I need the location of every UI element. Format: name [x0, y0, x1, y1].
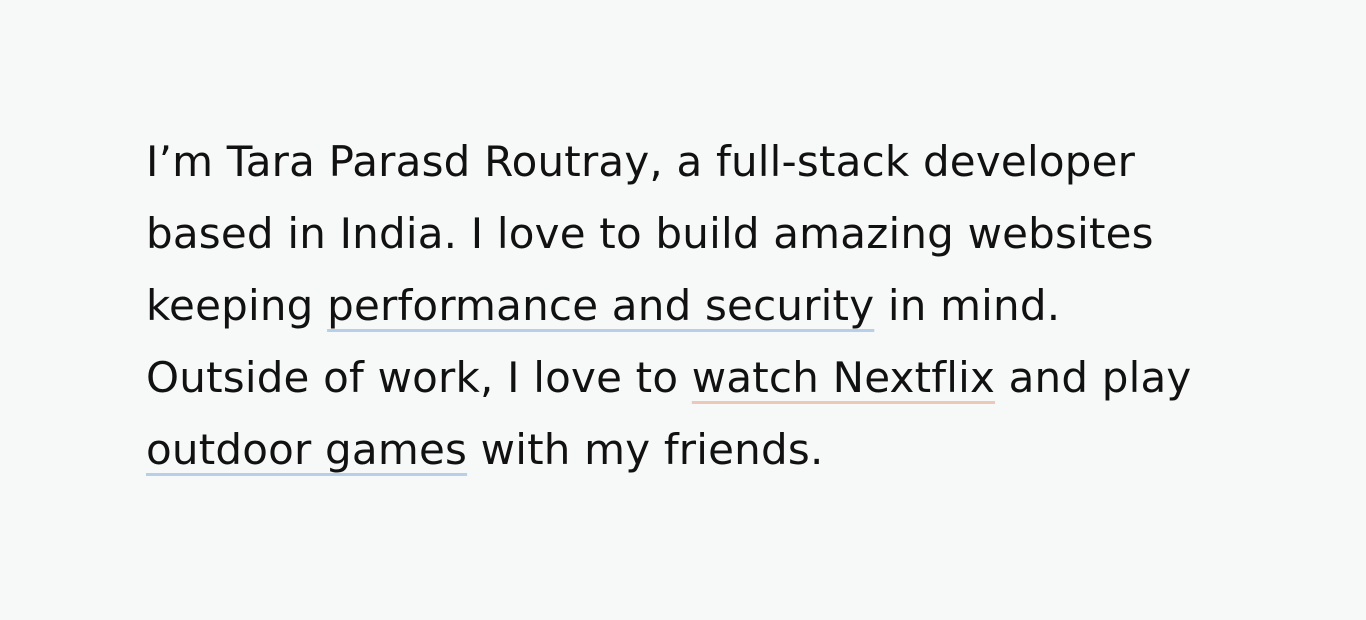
highlight-outdoor-games[interactable]: outdoor games: [146, 425, 467, 474]
highlight-watch-nextflix[interactable]: watch Nextflix: [692, 353, 995, 402]
bio-line-3: keeping performance and security in mind…: [146, 270, 1266, 342]
bio-line-3-text-end: in mind.: [874, 281, 1061, 330]
bio-line-4-text-end: and play: [995, 353, 1192, 402]
bio-line-4-text-start: Outside of work, I love to: [146, 353, 692, 402]
bio-line-3-text-start: keeping: [146, 281, 328, 330]
bio-line-5-text-end: with my friends.: [467, 425, 824, 474]
highlight-performance-security[interactable]: performance and security: [327, 281, 874, 330]
bio-line-1: I’m Tara Parasd Routray, a full-stack de…: [146, 137, 1136, 186]
bio-line-5: outdoor games with my friends.: [146, 414, 1266, 486]
bio-paragraph: I’m Tara Parasd Routray, a full-stack de…: [146, 126, 1266, 486]
bio-line-2: based in India. I love to build amazing …: [146, 209, 1154, 258]
bio-line-4: Outside of work, I love to watch Nextfli…: [146, 342, 1266, 414]
